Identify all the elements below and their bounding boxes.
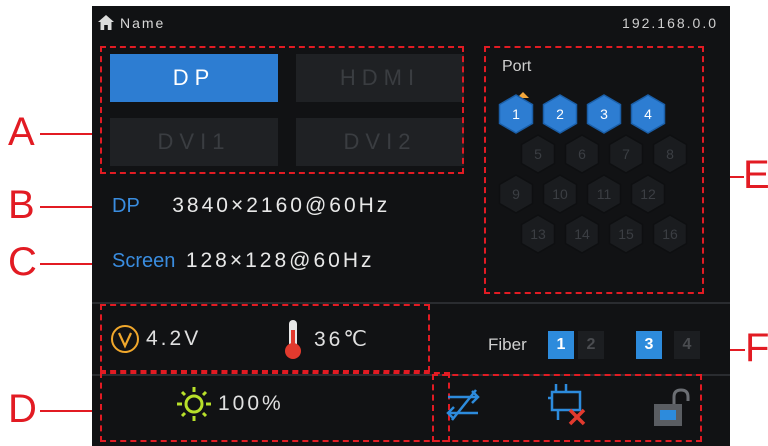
source-label: DP bbox=[112, 195, 140, 217]
device-screen: Name 192.168.0.0 DP HDMI DVI1 DVI2 DP 38… bbox=[92, 6, 730, 446]
callout-d: D bbox=[8, 387, 37, 431]
callout-b-line bbox=[40, 206, 96, 208]
ip-address: 192.168.0.0 bbox=[622, 15, 718, 31]
callout-b: B bbox=[8, 183, 35, 227]
fiber-port-3[interactable]: 3 bbox=[636, 331, 662, 359]
region-a-marker bbox=[100, 46, 464, 174]
screen-info: Screen 128×128@60Hz bbox=[112, 249, 375, 273]
fiber-port-1[interactable]: 1 bbox=[548, 331, 574, 359]
region-e-marker bbox=[484, 46, 704, 294]
fiber-port-2[interactable]: 2 bbox=[578, 331, 604, 359]
fiber-port-4[interactable]: 4 bbox=[674, 331, 700, 359]
source-info: DP 3840×2160@60Hz bbox=[112, 194, 390, 218]
screen-label: Screen bbox=[112, 250, 176, 272]
status-bar: Name 192.168.0.0 bbox=[92, 6, 730, 40]
callout-a: A bbox=[8, 110, 35, 154]
fiber-label: Fiber bbox=[488, 335, 527, 354]
callout-f: F bbox=[745, 326, 768, 370]
callout-c-line bbox=[40, 263, 96, 265]
region-f-marker bbox=[432, 374, 702, 442]
region-d-marker bbox=[100, 372, 450, 442]
callout-c: C bbox=[8, 240, 37, 284]
device-name: Name bbox=[120, 15, 166, 31]
home-icon[interactable] bbox=[98, 15, 114, 35]
callout-e: E bbox=[743, 153, 768, 197]
source-resolution: 3840×2160@60Hz bbox=[172, 194, 391, 217]
region-d-marker bbox=[100, 304, 430, 372]
screen-resolution: 128×128@60Hz bbox=[185, 249, 375, 272]
